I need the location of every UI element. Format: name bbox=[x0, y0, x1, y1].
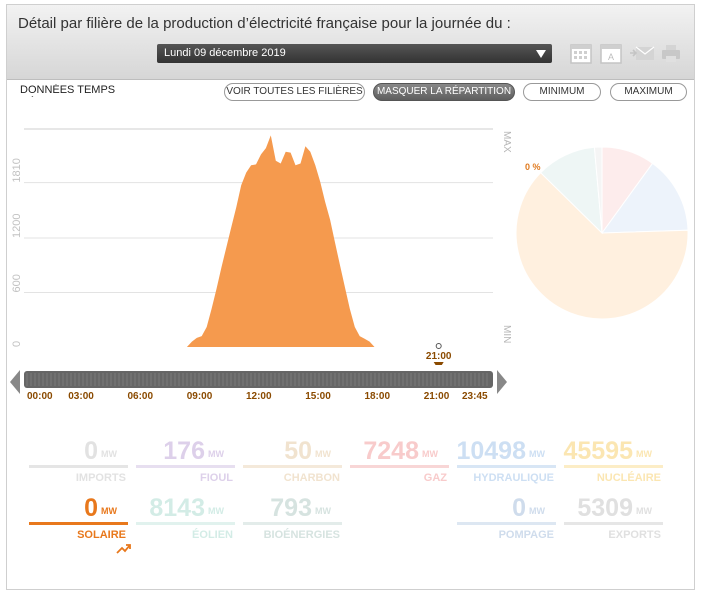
source-name: SOLAIRE bbox=[77, 529, 126, 541]
source-name: FIOUL bbox=[200, 472, 233, 484]
source-bar bbox=[29, 465, 128, 468]
x-tick-label: 00:00 bbox=[27, 391, 53, 402]
y-tick-label: 1810 bbox=[11, 158, 23, 182]
source-bar bbox=[350, 465, 449, 468]
show-all-sources-button[interactable]: VOIR TOUTES LES FILIÈRES bbox=[224, 83, 365, 101]
source-unit: MW bbox=[101, 449, 117, 459]
source-name: POMPAGE bbox=[498, 529, 554, 541]
x-tick-label: 15:00 bbox=[305, 391, 331, 402]
maximum-button[interactable]: MAXIMUM bbox=[610, 83, 687, 101]
chevron-down-icon bbox=[536, 50, 546, 58]
source-bar bbox=[457, 465, 556, 468]
timeline-left-arrow[interactable] bbox=[10, 370, 20, 394]
source-name: IMPORTS bbox=[75, 472, 126, 484]
production-chart[interactable]: 060012001810MAXMIN21:00 bbox=[7, 109, 512, 365]
calendar-icon[interactable] bbox=[570, 42, 592, 64]
source-unit: MW bbox=[208, 449, 224, 459]
source-bar bbox=[29, 522, 128, 525]
source-unit: MW bbox=[529, 449, 545, 459]
source-tile-charbon[interactable]: 50 MW CHARBON bbox=[241, 437, 344, 489]
source-bar bbox=[243, 522, 342, 525]
source-tile-fioul[interactable]: 176 MW FIOUL bbox=[134, 437, 237, 489]
source-unit: MW bbox=[101, 506, 117, 516]
share-mail-icon[interactable] bbox=[629, 42, 655, 64]
source-tile-gaz[interactable]: 7248 MW GAZ bbox=[348, 437, 451, 489]
source-value: 5309 bbox=[577, 494, 633, 522]
x-tick-label: 18:00 bbox=[364, 391, 391, 402]
cursor-marker[interactable] bbox=[433, 362, 444, 365]
source-value: 10498 bbox=[456, 437, 526, 465]
x-tick-label: 23:45 bbox=[462, 391, 488, 402]
source-bar bbox=[457, 522, 556, 525]
source-name: ÉOLIEN bbox=[192, 529, 233, 541]
source-value: 50 bbox=[284, 437, 312, 465]
source-unit: MW bbox=[208, 506, 224, 516]
svg-text:A: A bbox=[608, 52, 614, 62]
source-bar bbox=[136, 465, 235, 468]
pie-percent-label: 0 % bbox=[525, 162, 541, 172]
hide-breakdown-button[interactable]: MASQUER LA RÉPARTITION bbox=[373, 83, 515, 101]
source-tile-imports[interactable]: 0 MW IMPORTS bbox=[27, 437, 130, 489]
source-bar bbox=[564, 465, 663, 468]
source-unit: MW bbox=[315, 506, 331, 516]
series-area bbox=[186, 135, 375, 347]
source-unit: MW bbox=[315, 449, 331, 459]
date-select[interactable]: Lundi 09 décembre 2019 bbox=[157, 44, 552, 63]
x-tick-label: 06:00 bbox=[127, 391, 154, 402]
source-name: GAZ bbox=[423, 472, 447, 484]
calendar-day-icon[interactable]: A bbox=[600, 42, 622, 64]
source-value: 0 bbox=[512, 494, 526, 522]
source-name: NUCLÉAIRE bbox=[596, 472, 661, 484]
source-value: 176 bbox=[163, 437, 205, 465]
source-value: 793 bbox=[270, 494, 312, 522]
cursor-time-label: 21:00 bbox=[426, 351, 452, 362]
source-unit: MW bbox=[636, 506, 652, 516]
source-name: HYDRAULIQUE bbox=[473, 472, 554, 484]
y-tick-label: 1200 bbox=[11, 214, 23, 238]
source-bar bbox=[136, 522, 235, 525]
minimum-button[interactable]: MINIMUM bbox=[523, 83, 601, 101]
source-tile-solaire[interactable]: 0 MW SOLAIRE bbox=[27, 494, 130, 546]
y-tick-label: 600 bbox=[11, 274, 23, 292]
source-value: 45595 bbox=[563, 437, 633, 465]
source-tile-pompage[interactable]: 0 MW POMPAGE bbox=[455, 494, 558, 546]
date-select-value: Lundi 09 décembre 2019 bbox=[164, 47, 286, 59]
source-tile-exports[interactable]: 5309 MW EXPORTS bbox=[562, 494, 665, 546]
source-name: EXPORTS bbox=[608, 529, 661, 541]
source-unit: MW bbox=[636, 449, 652, 459]
page-title: Détail par filière de la production d’él… bbox=[18, 15, 511, 32]
production-widget: Détail par filière de la production d’él… bbox=[6, 4, 695, 590]
source-value: 8143 bbox=[149, 494, 205, 522]
source-unit: MW bbox=[422, 449, 438, 459]
x-tick-label: 03:00 bbox=[68, 391, 94, 402]
x-tick-label: 09:00 bbox=[186, 391, 213, 402]
source-name: CHARBON bbox=[283, 472, 340, 484]
header-bar: Détail par filière de la production d’él… bbox=[7, 5, 694, 80]
source-tile-nucleaire[interactable]: 45595 MW NUCLÉAIRE bbox=[562, 437, 665, 489]
source-unit: MW bbox=[529, 506, 545, 516]
x-tick-label: 12:00 bbox=[245, 391, 272, 402]
source-tile-eolien[interactable]: 8143 MW ÉOLIEN bbox=[134, 494, 237, 546]
source-value: 0 bbox=[84, 437, 98, 465]
x-tick-label: 21:00 bbox=[423, 391, 450, 402]
source-tile-hydraulique[interactable]: 10498 MW HYDRAULIQUE bbox=[455, 437, 558, 489]
source-bar bbox=[564, 522, 663, 525]
print-icon[interactable] bbox=[661, 42, 681, 64]
trend-up-icon bbox=[116, 544, 131, 554]
source-name: BIOÉNERGIES bbox=[263, 529, 340, 541]
realtime-label: DONNÉES TEMPS RÉEL bbox=[20, 84, 116, 96]
y-tick-label: 0 bbox=[11, 341, 23, 347]
source-bar bbox=[243, 465, 342, 468]
source-tile-bioenergies[interactable]: 793 MW BIOÉNERGIES bbox=[241, 494, 344, 546]
source-value: 7248 bbox=[363, 437, 419, 465]
source-value: 0 bbox=[84, 494, 98, 522]
cursor-point bbox=[435, 343, 442, 349]
timeline-right-arrow[interactable] bbox=[497, 370, 507, 394]
